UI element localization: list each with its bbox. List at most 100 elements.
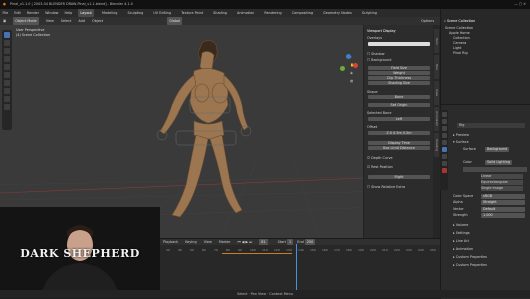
workspace-tab-modeling[interactable]: Modeling	[100, 9, 119, 17]
np-row-background[interactable]: ☐ Background	[367, 58, 431, 62]
n-tab-view[interactable]: View	[434, 81, 439, 105]
outliner-item[interactable]: Scene Collection	[445, 26, 473, 31]
hand-tool-icon[interactable]	[4, 104, 10, 110]
np-row-show-relative-extra[interactable]: ☐ Show Relative Extra	[367, 185, 431, 189]
render-props-icon[interactable]	[441, 119, 447, 124]
np-field-image[interactable]	[368, 42, 430, 46]
timeline-menu-marker[interactable]: Marker	[219, 240, 231, 244]
menu-window[interactable]: Window	[45, 9, 58, 17]
prop-section-settings[interactable]: ▸ Settings	[453, 231, 470, 236]
options-button[interactable]: Options	[421, 17, 434, 25]
menu-file[interactable]: File	[3, 9, 9, 17]
outliner-item[interactable]: Apple Home	[449, 31, 470, 36]
prop-section-line-art[interactable]: ▸ Line Art	[453, 239, 469, 244]
pan-hand-icon[interactable]: ✋	[350, 63, 356, 68]
image-datablock-field[interactable]	[463, 167, 527, 172]
window-controls[interactable]: — ▢ ✕	[514, 0, 526, 9]
viewport-menu-object[interactable]: Object	[92, 17, 103, 25]
np-field-field-size[interactable]: Field Size	[368, 66, 430, 70]
modifier-props-icon[interactable]	[441, 161, 447, 166]
output-props-icon[interactable]	[441, 126, 447, 131]
n-tab-shading[interactable]: Shading	[434, 133, 439, 157]
transform-tool-icon[interactable]	[4, 72, 10, 78]
np-field-left[interactable]: Left	[368, 117, 430, 121]
cursor-tool-icon[interactable]	[4, 40, 10, 46]
np-field-display-time[interactable]: Display Time	[368, 141, 430, 145]
tool-props-icon[interactable]	[441, 112, 447, 117]
prop-field-strength[interactable]: Strength 1.000	[453, 213, 525, 218]
np-section-viewport-display[interactable]: Viewport Display	[367, 29, 431, 33]
prop-field-alpha[interactable]: Alpha Straight	[453, 200, 525, 205]
workspace-tab-layout[interactable]: Layout	[78, 9, 94, 17]
workspace-tab-compositing[interactable]: Compositing	[290, 9, 315, 17]
workspace-tab-uv-editing[interactable]: UV Editing	[151, 9, 173, 17]
np-field-weight[interactable]: Weight	[368, 71, 430, 75]
navigation-gizmo[interactable]	[338, 54, 360, 76]
menu-edit[interactable]: Edit	[14, 9, 21, 17]
prop-section-custom-properties[interactable]: ▸ Custom Properties	[453, 255, 487, 260]
n-tab-tool[interactable]: Tool	[434, 55, 439, 79]
select-box-tool-icon[interactable]	[4, 32, 10, 38]
prop-section-surface[interactable]: ▾ Surface	[453, 140, 469, 145]
timeline-menu-view[interactable]: View	[204, 240, 212, 244]
prop-field-color[interactable]: Color Solid Lighting	[463, 160, 525, 165]
play-controls[interactable]: ⏮ ◀ ▶ ⏭	[238, 240, 253, 244]
np-field-box-limit[interactable]: Box Limit Distance	[368, 146, 430, 150]
add-cube-tool-icon[interactable]	[4, 96, 10, 102]
move-tool-icon[interactable]	[4, 48, 10, 54]
prop-section-volume[interactable]: ▸ Volume	[453, 223, 468, 228]
workspace-tab-geometry-nodes[interactable]: Geometry Nodes	[321, 9, 354, 17]
viewport-menu-view[interactable]: View	[46, 17, 54, 25]
prop-field-color-space[interactable]: Color Space sRGB	[453, 194, 525, 199]
prop-field-surface[interactable]: Surface Background	[463, 147, 525, 152]
zoom-icon[interactable]: ⌕	[350, 55, 356, 60]
mode-selector[interactable]: Object Mode	[13, 17, 39, 25]
workspace-tab-shading[interactable]: Shading	[211, 9, 229, 17]
prop-field-source[interactable]: Single Image	[481, 186, 523, 191]
np-row-rest-position[interactable]: ☑ Rest Position	[367, 165, 431, 169]
workspace-tab-animation[interactable]: Animation	[235, 9, 256, 17]
properties-object-name[interactable]: Rig	[457, 123, 525, 128]
outliner-search-icon[interactable]: ⌕	[444, 19, 446, 23]
workspace-tab-sculpting[interactable]: Sculpting	[125, 9, 145, 17]
camera-view-icon[interactable]: ◉	[350, 71, 356, 76]
outliner-item[interactable]: Camera	[453, 41, 466, 46]
frame-ruler[interactable]: 30 40 50 60 70 80 90 100 110 120 130 140…	[160, 245, 440, 252]
prop-section-preview[interactable]: ▸ Preview	[453, 133, 469, 138]
material-props-icon[interactable]	[441, 168, 447, 173]
ortho-toggle-icon[interactable]: ▦	[350, 79, 356, 84]
n-tab-animation[interactable]: Animation	[434, 107, 439, 131]
playhead[interactable]	[296, 244, 297, 290]
np-field-shading-size[interactable]: Shading Size	[368, 81, 430, 85]
timeline-menu-playback[interactable]: Playback	[163, 240, 178, 244]
workspace-tab-texture-paint[interactable]: Texture Paint	[179, 9, 205, 17]
world-props-icon[interactable]	[441, 147, 447, 152]
axis-y-icon[interactable]	[340, 66, 345, 71]
transform-orientation[interactable]: Global	[167, 17, 183, 25]
prop-field-vector[interactable]: Vector Default	[453, 207, 525, 212]
n-tab-item[interactable]: Item	[434, 29, 439, 53]
prop-field-linear[interactable]: Linear	[481, 174, 523, 179]
scene-props-icon[interactable]	[441, 140, 447, 145]
viewport-menu-select[interactable]: Select	[61, 17, 71, 25]
set-origin-button[interactable]: Set Origin	[368, 103, 430, 107]
object-props-icon[interactable]	[441, 154, 447, 159]
np-field-offset[interactable]: Z:0 0.5m 0.5m	[368, 131, 430, 135]
rotate-tool-icon[interactable]	[4, 56, 10, 62]
keyframe-range-bar[interactable]	[222, 253, 292, 255]
viewport-menu-add[interactable]: Add	[78, 17, 85, 25]
np-row-depth-curve[interactable]: ☑ Depth Curve	[367, 156, 431, 160]
view-layer-props-icon[interactable]	[441, 133, 447, 138]
np-row-shadow[interactable]: ☐ Shadow	[367, 52, 431, 56]
outliner-item[interactable]: Pinal Rig	[453, 51, 468, 56]
menu-render[interactable]: Render	[27, 9, 39, 17]
prop-section-custom-properties-2[interactable]: ▸ Custom Properties	[453, 263, 487, 268]
outliner-item[interactable]: Light	[453, 46, 461, 51]
character-model[interactable]	[150, 35, 260, 225]
np-field-clip-thickness[interactable]: Clip Thickness	[368, 76, 430, 80]
prop-section-animation[interactable]: ▸ Animation	[453, 247, 473, 252]
scale-tool-icon[interactable]	[4, 64, 10, 70]
workspace-tab-scripting[interactable]: Scripting	[360, 9, 379, 17]
workspace-tab-rendering[interactable]: Rendering	[262, 9, 283, 17]
timeline-menu-keying[interactable]: Keying	[185, 240, 196, 244]
